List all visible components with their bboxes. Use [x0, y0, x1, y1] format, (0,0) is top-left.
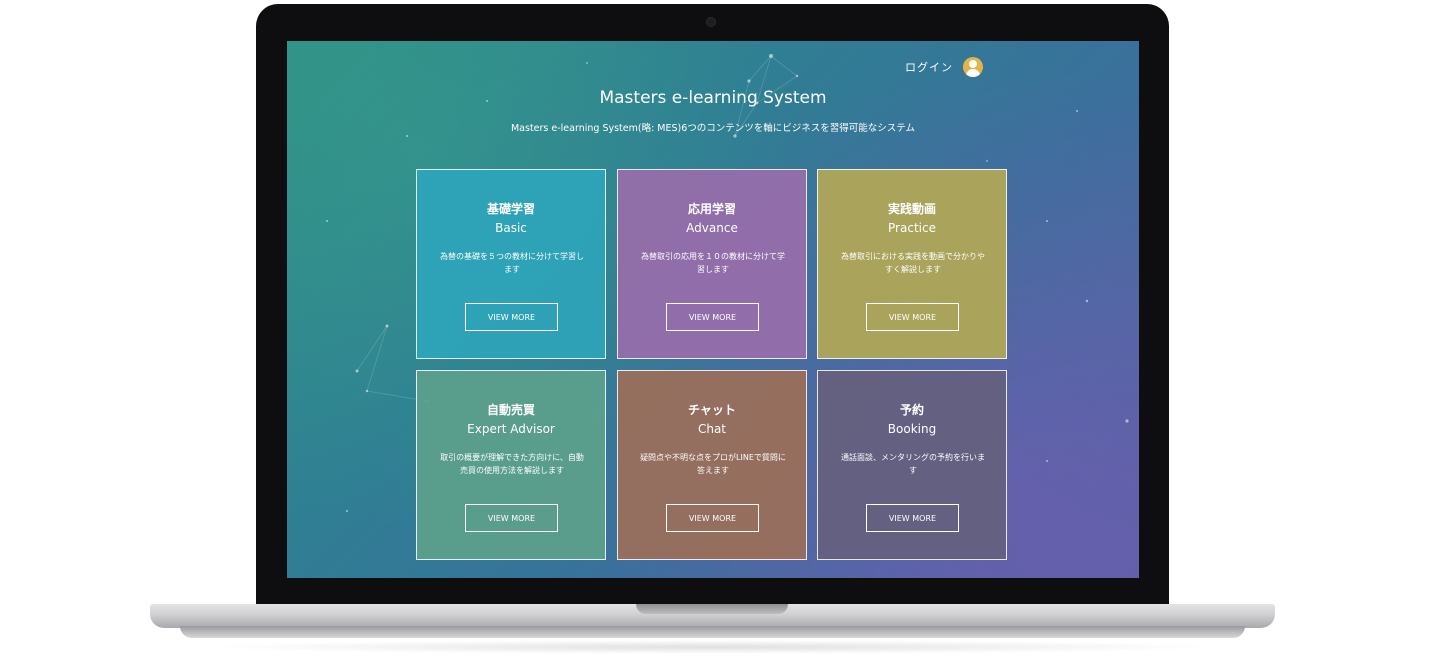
login-control[interactable]: ログイン — [905, 57, 983, 77]
card-title: チャット — [688, 403, 736, 417]
avatar-head — [969, 60, 977, 68]
content-grid: 基礎学習 Basic 為替の基礎を５つの教材に分けて学習します VIEW MOR… — [416, 169, 1011, 565]
card-title: 実践動画 — [887, 202, 936, 216]
page-title: Masters e-learning System — [599, 88, 827, 108]
webcam-icon — [706, 17, 716, 27]
card-expert-advisor: 自動売買 Expert Advisor 取引の概要が理解できた方向けに、自動売買… — [416, 370, 606, 560]
card-subtitle: Basic — [495, 221, 527, 235]
login-link[interactable]: ログイン — [905, 59, 953, 75]
view-more-button-practice[interactable]: VIEW MORE — [866, 303, 959, 331]
card-subtitle: Practice — [888, 221, 936, 235]
card-practice: 実践動画 Practice 為替取引における実践を動画で分かりやすく解説します … — [817, 169, 1007, 359]
view-more-button-booking[interactable]: VIEW MORE — [866, 504, 959, 532]
card-title: 自動売買 — [486, 403, 535, 417]
laptop-base-bottom — [180, 626, 1245, 638]
user-avatar-icon[interactable] — [963, 57, 983, 77]
card-description: 取引の概要が理解できた方向けに、自動売買の使用方法を解説します — [440, 453, 584, 475]
card-description: 通話面談、メンタリングの予約を行います — [841, 453, 985, 475]
card-subtitle: Chat — [697, 422, 727, 436]
view-more-button-advance[interactable]: VIEW MORE — [666, 303, 759, 331]
laptop-shadow — [200, 640, 1225, 654]
view-more-button-chat[interactable]: VIEW MORE — [666, 504, 759, 532]
view-more-button-basic[interactable]: VIEW MORE — [465, 303, 558, 331]
card-subtitle: Expert Advisor — [467, 422, 555, 436]
card-chat: チャット Chat 疑問点や不明な点をプロがLINEで質問に答えます VIEW … — [617, 370, 807, 560]
laptop-mockup: ログイン Masters e-learning System Masters e… — [0, 0, 1433, 671]
view-more-button-expert-advisor[interactable]: VIEW MORE — [465, 504, 558, 532]
card-title: 予約 — [899, 403, 924, 417]
card-subtitle: Advance — [686, 221, 738, 235]
laptop-notch — [636, 604, 788, 614]
avatar-body — [966, 69, 980, 77]
page-subtitle: Masters e-learning System(略: MES)6つのコンテン… — [510, 123, 915, 134]
card-description: 為替取引における実践を動画で分かりやすく解説します — [841, 252, 985, 274]
card-description: 為替の基礎を５つの教材に分けて学習します — [440, 252, 584, 274]
card-description: 疑問点や不明な点をプロがLINEで質問に答えます — [640, 453, 786, 475]
card-advance: 応用学習 Advance 為替取引の応用を１０の教材に分けて学習します VIEW… — [617, 169, 807, 359]
card-booking: 予約 Booking 通話面談、メンタリングの予約を行います VIEW MORE — [817, 370, 1007, 560]
card-basic: 基礎学習 Basic 為替の基礎を５つの教材に分けて学習します VIEW MOR… — [416, 169, 606, 359]
card-title: 応用学習 — [687, 202, 736, 216]
screen: ログイン Masters e-learning System Masters e… — [287, 41, 1139, 578]
card-subtitle: Booking — [887, 422, 937, 436]
card-title: 基礎学習 — [486, 202, 535, 216]
card-description: 為替取引の応用を１０の教材に分けて学習します — [641, 252, 785, 274]
